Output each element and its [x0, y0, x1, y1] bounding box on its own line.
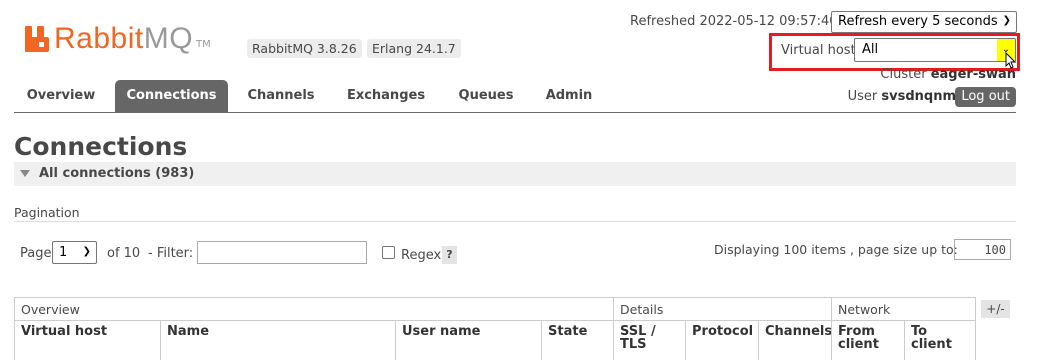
page-count: of 10	[107, 246, 141, 261]
display-count-text: Displaying 100 items , page size up to:	[714, 242, 958, 257]
group-header-overview: Overview	[14, 297, 614, 321]
column-header-name[interactable]: Name	[160, 321, 396, 360]
section-title: All connections (983)	[39, 166, 195, 181]
chevron-down-icon: ❯	[1002, 15, 1011, 26]
vhost-select[interactable]: All ⌄	[854, 38, 1016, 62]
column-header-user-name[interactable]: User name	[395, 321, 542, 360]
help-button[interactable]: ?	[442, 246, 457, 264]
rabbitmq-logo: RabbitMQ TM	[25, 20, 211, 56]
logo-mq-text: MQ	[143, 22, 194, 55]
tab-queues[interactable]: Queues	[446, 80, 526, 112]
page-select-value: 1	[59, 245, 68, 260]
column-header-virtual-host[interactable]: Virtual host	[14, 321, 161, 360]
column-header-channels[interactable]: Channels	[758, 321, 832, 360]
tab-channels[interactable]: Channels	[236, 80, 326, 112]
page-label: Page	[20, 246, 52, 261]
column-header-protocol[interactable]: Protocol	[685, 321, 759, 360]
column-header-from-client[interactable]: From client	[831, 321, 905, 360]
column-header-ssl-tls[interactable]: SSL / TLS	[613, 321, 686, 360]
collapse-triangle-icon	[20, 170, 30, 177]
logout-button[interactable]: Log out	[955, 87, 1016, 107]
main-nav: Overview Connections Channels Exchanges …	[14, 80, 1016, 113]
erlang-version-badge: Erlang 24.1.7	[367, 39, 461, 58]
tab-exchanges[interactable]: Exchanges	[336, 80, 436, 112]
refresh-interval-value: Refresh every 5 seconds	[838, 14, 998, 29]
vhost-value: All	[862, 42, 879, 57]
tab-connections[interactable]: Connections	[115, 80, 228, 112]
logo-rabbit-text: Rabbit	[54, 22, 144, 55]
regex-checkbox[interactable]	[382, 246, 395, 259]
user-info: User svsdnqnm	[848, 89, 956, 104]
pagination-label: Pagination	[14, 205, 80, 220]
filter-input[interactable]	[197, 241, 367, 264]
filter-label: - Filter:	[148, 246, 194, 261]
vhost-label: Virtual host	[781, 43, 856, 58]
tab-overview[interactable]: Overview	[14, 80, 108, 112]
tab-admin[interactable]: Admin	[536, 80, 602, 112]
regex-label: Regex	[401, 248, 442, 263]
all-connections-section-toggle[interactable]: All connections (983)	[14, 162, 1016, 186]
pagination-divider	[14, 221, 1016, 222]
rabbitmq-version-badge: RabbitMQ 3.8.26	[247, 39, 362, 58]
chevron-down-icon: ❯	[82, 246, 91, 257]
user-label: User	[847, 89, 878, 104]
page-title: Connections	[14, 132, 188, 161]
refresh-interval-select[interactable]: Refresh every 5 seconds ❯	[831, 11, 1017, 33]
group-header-network: Network	[831, 297, 976, 321]
page-select[interactable]: 1 ❯	[52, 241, 97, 264]
column-toggle-button[interactable]: +/-	[981, 300, 1010, 318]
refreshed-timestamp: Refreshed 2022-05-12 09:57:40	[630, 14, 838, 29]
logo-tm: TM	[196, 39, 211, 50]
user-name: svsdnqnm	[881, 89, 956, 104]
column-header-state[interactable]: State	[541, 321, 614, 360]
page-size-input[interactable]: 100	[954, 239, 1011, 260]
group-header-details: Details	[613, 297, 832, 321]
rabbitmq-logo-icon	[25, 26, 51, 52]
column-header-to-client[interactable]: To client	[904, 321, 976, 360]
